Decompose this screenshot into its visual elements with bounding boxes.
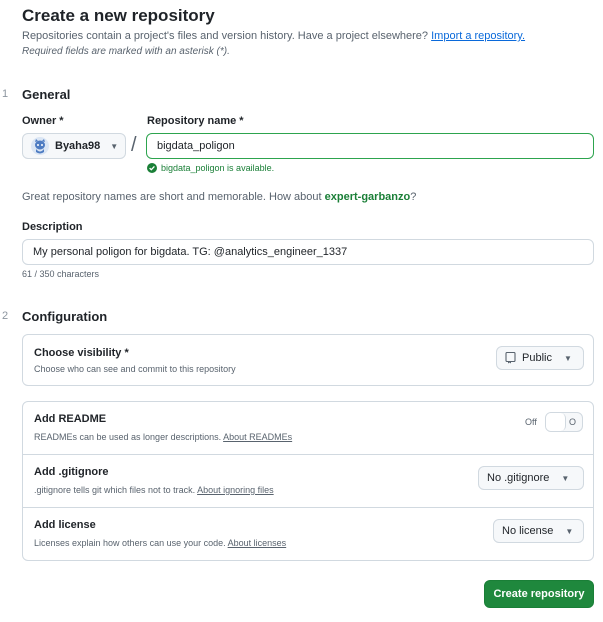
gitignore-select[interactable]: No .gitignore ▼ xyxy=(478,466,584,490)
repository-name-input[interactable] xyxy=(146,133,594,159)
description-char-count: 61 / 350 characters xyxy=(22,269,100,279)
page-subtitle: Repositories contain a project's files a… xyxy=(22,30,525,42)
readme-toggle[interactable]: O xyxy=(545,412,583,432)
gitignore-desc-text: .gitignore tells git which files not to … xyxy=(34,485,196,495)
options-card: Add README READMEs can be used as longer… xyxy=(22,401,594,561)
visibility-description: Choose who can see and commit to this re… xyxy=(34,364,236,374)
availability-text: bigdata_poligon is available. xyxy=(161,163,275,173)
availability-message: bigdata_poligon is available. xyxy=(147,163,274,173)
import-repository-link[interactable]: Import a repository. xyxy=(431,30,525,42)
visibility-title: Choose visibility * xyxy=(34,347,129,359)
step-number-configuration: 2 xyxy=(2,310,9,322)
repository-name-label: Repository name * xyxy=(147,115,244,127)
gitignore-description: .gitignore tells git which files not to … xyxy=(34,485,274,495)
name-suggestion: Great repository names are short and mem… xyxy=(22,191,416,203)
chevron-down-icon: ▼ xyxy=(561,473,570,483)
suggested-name[interactable]: expert-garbanzo xyxy=(325,191,411,203)
description-label: Description xyxy=(22,221,83,233)
divider xyxy=(23,454,593,455)
repo-icon xyxy=(505,352,516,364)
license-select[interactable]: No license ▼ xyxy=(493,519,584,543)
check-circle-icon xyxy=(147,163,157,173)
page-title: Create a new repository xyxy=(22,6,215,25)
suggestion-text: Great repository names are short and mem… xyxy=(22,191,322,203)
visibility-value: Public xyxy=(522,352,552,364)
suggestion-end: ? xyxy=(410,191,417,203)
license-description: Licenses explain how others can use your… xyxy=(34,538,286,548)
chevron-down-icon: ▼ xyxy=(563,353,572,363)
toggle-knob xyxy=(546,413,566,431)
readme-desc-text: READMEs can be used as longer descriptio… xyxy=(34,432,222,442)
license-value: No license xyxy=(502,525,554,537)
license-title: Add license xyxy=(34,519,96,531)
divider xyxy=(23,507,593,508)
readme-toggle-state: Off xyxy=(525,417,537,427)
readme-title: Add README xyxy=(34,413,107,425)
toggle-off-glyph: O xyxy=(568,417,576,427)
owner-select[interactable]: Byaha98 ▼ xyxy=(22,133,126,159)
about-readmes-link[interactable]: About READMEs xyxy=(223,432,292,442)
octocat-avatar-icon xyxy=(31,137,49,155)
visibility-card: Choose visibility * Choose who can see a… xyxy=(22,334,594,386)
visibility-select[interactable]: Public ▼ xyxy=(496,346,584,370)
description-input[interactable] xyxy=(22,239,594,265)
readme-description: READMEs can be used as longer descriptio… xyxy=(34,432,292,442)
owner-label: Owner * xyxy=(22,115,64,127)
gitignore-value: No .gitignore xyxy=(487,472,550,484)
section-title-configuration: Configuration xyxy=(22,309,108,324)
step-number-general: 1 xyxy=(2,88,9,100)
create-repository-button[interactable]: Create repository xyxy=(484,580,594,608)
about-ignoring-files-link[interactable]: About ignoring files xyxy=(197,485,274,495)
required-fields-note: Required fields are marked with an aster… xyxy=(22,46,230,57)
license-desc-text: Licenses explain how others can use your… xyxy=(34,538,226,548)
subtitle-text: Repositories contain a project's files a… xyxy=(22,30,429,42)
chevron-down-icon: ▼ xyxy=(565,526,574,536)
about-licenses-link[interactable]: About licenses xyxy=(228,538,287,548)
owner-name: Byaha98 xyxy=(55,140,101,152)
owner-repo-separator: / xyxy=(131,134,137,156)
section-title-general: General xyxy=(22,87,71,102)
gitignore-title: Add .gitignore xyxy=(34,466,109,478)
chevron-down-icon: ▼ xyxy=(110,141,119,151)
